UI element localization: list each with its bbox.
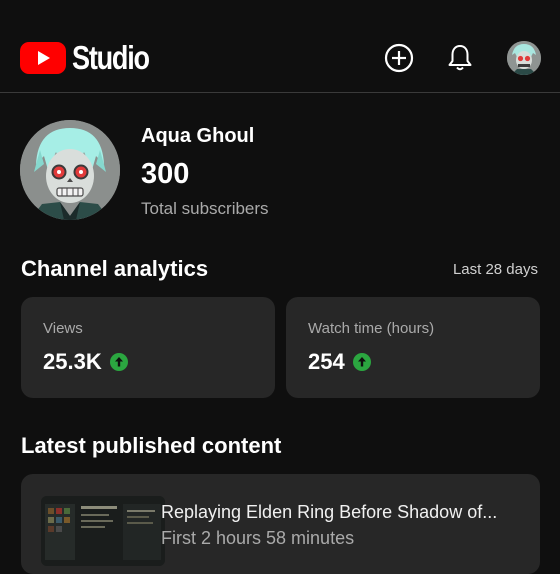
watch-time-value-row: 254 xyxy=(308,349,371,375)
views-value-row: 25.3K xyxy=(43,349,128,375)
add-circle-icon xyxy=(384,43,414,73)
subscriber-label: Total subscribers xyxy=(141,199,269,218)
video-performance-meta: First 2 hours 58 minutes xyxy=(161,528,355,548)
watch-time-card[interactable]: Watch time (hours) 254 xyxy=(286,297,540,398)
channel-name: Aqua Ghoul xyxy=(141,125,255,147)
bell-icon xyxy=(448,45,472,71)
channel-avatar[interactable] xyxy=(20,120,120,220)
trend-up-icon xyxy=(352,353,371,371)
ghoul-avatar-icon xyxy=(507,41,541,75)
video-thumbnail[interactable] xyxy=(41,496,165,566)
video-title[interactable]: Replaying Elden Ring Before Shadow of... xyxy=(161,502,521,523)
ghoul-skull-avatar-icon xyxy=(20,120,120,220)
analytics-section-title: Channel analytics xyxy=(21,256,209,281)
create-button[interactable] xyxy=(383,42,415,74)
views-value: 25.3K xyxy=(43,349,102,374)
watch-time-value: 254 xyxy=(308,349,345,374)
views-card[interactable]: Views 25.3K xyxy=(21,297,275,398)
trend-up-icon xyxy=(109,353,128,371)
youtube-studio-logo[interactable]: Studio xyxy=(20,40,166,76)
top-app-bar: Studio xyxy=(0,0,560,93)
subscriber-count: 300 xyxy=(141,158,190,190)
latest-video-card[interactable]: Replaying Elden Ring Before Shadow of...… xyxy=(21,474,540,574)
video-thumbnail-image xyxy=(41,496,165,566)
logo-text: Studio xyxy=(72,39,150,76)
latest-content-title: Latest published content xyxy=(21,433,282,458)
notifications-button[interactable] xyxy=(444,42,476,74)
watch-time-label: Watch time (hours) xyxy=(308,320,435,337)
youtube-play-logo-icon xyxy=(20,42,66,74)
analytics-period: Last 28 days xyxy=(452,261,538,278)
account-avatar[interactable] xyxy=(507,41,541,75)
views-label: Views xyxy=(43,320,83,337)
channel-profile: Aqua Ghoul 300 Total subscribers xyxy=(20,120,540,220)
